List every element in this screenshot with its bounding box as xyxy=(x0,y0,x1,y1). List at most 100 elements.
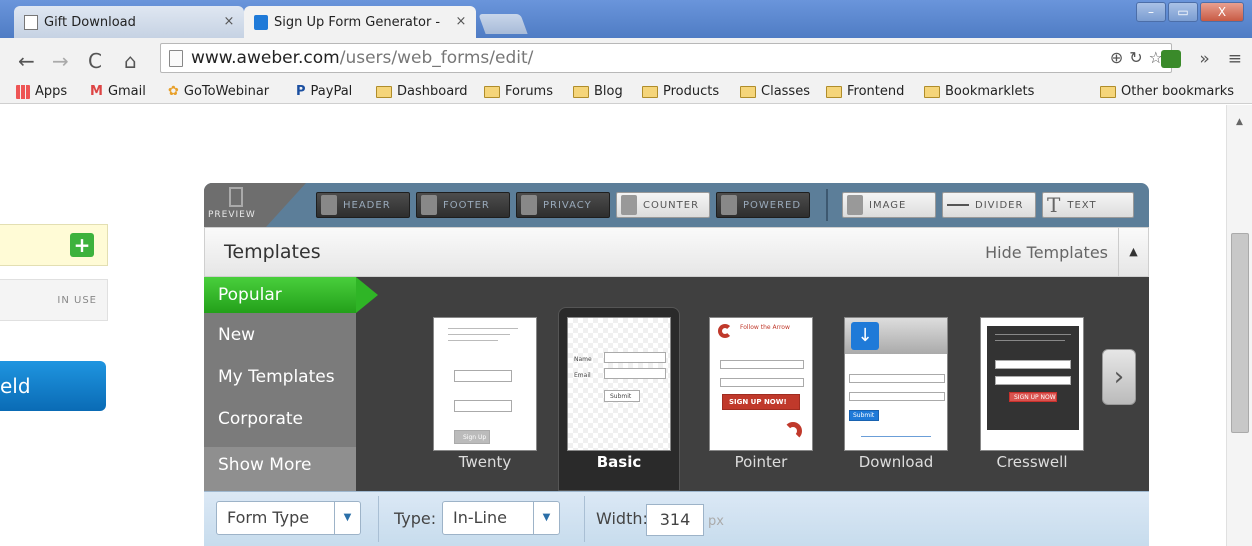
bookmark-products[interactable]: Products xyxy=(642,84,719,99)
template-thumbnails: Sign Up Twenty Name Email Submit Basic F… xyxy=(356,277,1149,491)
template-pointer[interactable]: Follow the Arrow SIGN UP NOW! xyxy=(709,317,813,451)
bookmarks-bar: Apps M Gmail ✿ GoToWebinar P PayPal Dashboa… xyxy=(0,82,1252,104)
template-categories: Popular New My Templates Corporate Show … xyxy=(204,277,378,491)
template-download[interactable]: ↓ Submit xyxy=(844,317,948,451)
form-type-select[interactable]: Form Type ▼ xyxy=(216,501,361,535)
category-corporate[interactable]: Corporate xyxy=(204,401,356,441)
bookmark-blog[interactable]: Blog xyxy=(573,84,623,99)
scroll-up-icon[interactable]: ▲ xyxy=(1236,117,1243,127)
home-icon[interactable]: ⌂ xyxy=(124,49,137,73)
category-new[interactable]: New xyxy=(204,317,356,357)
back-icon[interactable]: ← xyxy=(18,49,35,73)
bookmark-classes[interactable]: Classes xyxy=(740,84,810,99)
bookmark-other[interactable]: Other bookmarks xyxy=(1100,84,1234,99)
scroll-thumb[interactable] xyxy=(1231,233,1249,433)
bookmark-dashboard[interactable]: Dashboard xyxy=(376,84,468,99)
close-window-button[interactable]: X xyxy=(1200,2,1244,22)
new-tab-button[interactable] xyxy=(478,14,528,34)
bookmark-apps[interactable]: Apps xyxy=(16,84,67,99)
bookmark-forums[interactable]: Forums xyxy=(484,84,553,99)
templates-title: Templates xyxy=(224,241,321,263)
category-my-templates[interactable]: My Templates xyxy=(204,359,356,399)
divider xyxy=(378,496,379,542)
apps-icon xyxy=(16,84,30,99)
menu-icon[interactable]: ≡ xyxy=(1228,49,1242,69)
extension-icon[interactable] xyxy=(1161,50,1182,68)
header-button[interactable]: HEADER xyxy=(316,192,410,218)
powered-icon xyxy=(721,195,737,215)
template-label: Download xyxy=(858,453,934,471)
zoom-icon[interactable]: ⊕ xyxy=(1110,48,1123,67)
browser-toolbar: ← → C ⌂ www.aweber.com/users/web_forms/e… xyxy=(0,38,1252,82)
folder-icon xyxy=(740,85,756,98)
bookmark-bookmarklets[interactable]: Bookmarklets xyxy=(924,84,1034,99)
width-unit: px xyxy=(708,514,724,529)
width-input[interactable]: 314 xyxy=(646,504,704,536)
powered-button[interactable]: POWERED xyxy=(716,192,810,218)
add-field-button[interactable]: eld xyxy=(0,361,106,411)
divider-button[interactable]: DIVIDER xyxy=(942,192,1036,218)
red-arrow-icon xyxy=(718,324,732,338)
download-icon: ↓ xyxy=(851,322,879,350)
tab-sign-up-form-generator[interactable]: Sign Up Form Generator - × xyxy=(244,6,476,38)
folder-icon xyxy=(376,85,392,98)
privacy-button[interactable]: PRIVACY xyxy=(516,192,610,218)
dropdown-icon: ▼ xyxy=(533,502,559,534)
forward-icon[interactable]: → xyxy=(52,49,69,73)
text-button[interactable]: T TEXT xyxy=(1042,192,1134,218)
folder-icon xyxy=(924,85,940,98)
add-field-panel: + xyxy=(0,224,108,266)
next-templates-icon[interactable]: › xyxy=(1102,349,1136,405)
up-arrow-icon xyxy=(321,195,337,215)
collapse-icon[interactable]: ▲ xyxy=(1118,228,1148,276)
template-basic[interactable]: Name Email Submit xyxy=(567,317,671,451)
overflow-icon[interactable]: » xyxy=(1199,49,1209,69)
image-button[interactable]: IMAGE xyxy=(842,192,936,218)
page-icon xyxy=(24,15,38,30)
category-popular[interactable]: Popular xyxy=(204,277,356,313)
form-editor: PREVIEW HEADER FOOTER PRIVACY COUNTER PO… xyxy=(204,183,1149,546)
folder-icon xyxy=(1100,85,1116,98)
tab-gift-download[interactable]: Gift Download × xyxy=(14,6,244,38)
red-arrow-icon xyxy=(784,422,802,440)
type-select[interactable]: In-Line ▼ xyxy=(442,501,560,535)
folder-icon xyxy=(484,85,500,98)
templates-panel: Popular New My Templates Corporate Show … xyxy=(204,277,1149,491)
bookmark-paypal[interactable]: P PayPal xyxy=(296,84,352,99)
minimize-button[interactable]: – xyxy=(1136,2,1166,22)
show-more-button[interactable]: Show More xyxy=(204,447,356,491)
preview-icon xyxy=(229,187,243,207)
template-cresswell[interactable]: SIGN UP NOW xyxy=(980,317,1084,451)
close-tab-icon[interactable]: × xyxy=(454,14,468,29)
divider xyxy=(584,496,585,542)
counter-button[interactable]: COUNTER xyxy=(616,192,710,218)
close-tab-icon[interactable]: × xyxy=(222,14,236,29)
window-controls: – ▭ X xyxy=(1136,2,1244,22)
bookmark-gmail[interactable]: M Gmail xyxy=(90,84,146,99)
sync-icon[interactable]: ↻ xyxy=(1129,48,1142,67)
vertical-scrollbar[interactable]: ▲ xyxy=(1226,105,1252,546)
template-label: Cresswell xyxy=(996,453,1068,471)
address-bar[interactable]: www.aweber.com/users/web_forms/edit/ ⊕ ↻… xyxy=(160,43,1172,73)
bookmark-frontend[interactable]: Frontend xyxy=(826,84,904,99)
width-label: Width: xyxy=(596,509,648,528)
reload-icon[interactable]: C xyxy=(88,49,102,73)
image-icon xyxy=(847,195,863,215)
dropdown-icon: ▼ xyxy=(334,502,360,534)
add-icon[interactable]: + xyxy=(70,233,94,257)
counter-icon xyxy=(621,195,637,215)
toolbar-right: » ≡ xyxy=(1161,49,1242,69)
text-icon: T xyxy=(1047,193,1062,217)
type-label: Type: xyxy=(394,509,437,528)
bookmark-gotowebinar[interactable]: ✿ GoToWebinar xyxy=(168,84,269,99)
browser-titlebar: Gift Download × Sign Up Form Generator -… xyxy=(0,0,1252,38)
tab-title: Gift Download xyxy=(44,14,136,30)
hide-templates-link[interactable]: Hide Templates xyxy=(985,243,1108,262)
toolbar-separator xyxy=(826,189,828,221)
maximize-button[interactable]: ▭ xyxy=(1168,2,1198,22)
template-twenty[interactable]: Sign Up xyxy=(433,317,537,451)
preview-tab[interactable]: PREVIEW xyxy=(204,183,266,227)
divider-icon xyxy=(947,204,969,206)
footer-button[interactable]: FOOTER xyxy=(416,192,510,218)
down-arrow-icon xyxy=(421,195,437,215)
